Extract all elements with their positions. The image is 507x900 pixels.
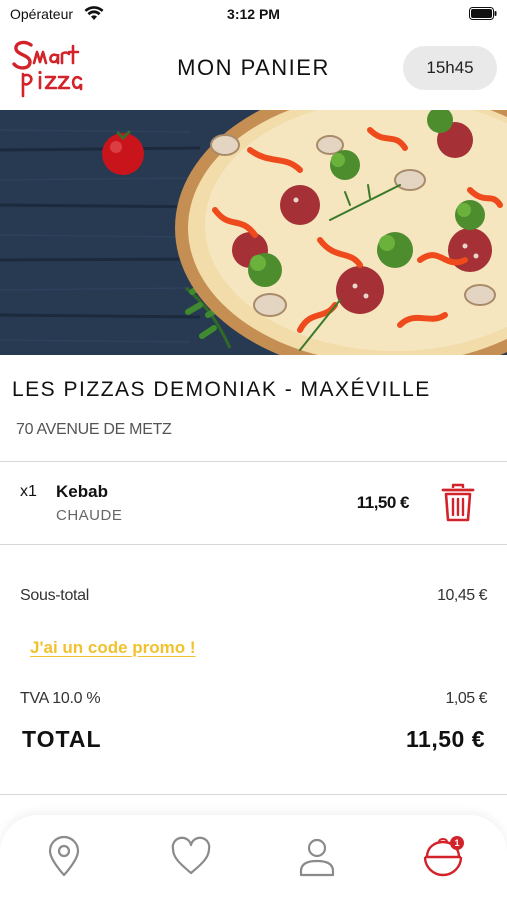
- item-option: CHAUDE: [56, 507, 123, 524]
- subtotal-label: Sous-total: [20, 587, 90, 604]
- pickup-time-button[interactable]: 15h45: [403, 46, 497, 90]
- tab-account[interactable]: [295, 835, 339, 879]
- header: MON PANIER 15h45: [0, 28, 507, 110]
- divider: [0, 794, 507, 795]
- item-price: 11,50 €: [356, 493, 410, 512]
- cart-item: x1 Kebab CHAUDE 11,50 €: [0, 462, 507, 544]
- smart-pizza-logo: [12, 40, 83, 98]
- status-bar: Opérateur 3:12 PM: [0, 0, 507, 28]
- item-name: Kebab: [56, 482, 108, 501]
- battery-icon: [469, 7, 497, 20]
- trash-icon[interactable]: [441, 483, 475, 523]
- total-label: TOTAL: [22, 726, 102, 752]
- restaurant-address: 70 AVENUE DE METZ: [16, 421, 172, 438]
- tab-bar: 1: [0, 815, 507, 900]
- item-quantity: x1: [20, 483, 37, 500]
- user-icon: [299, 838, 335, 877]
- restaurant-name: LES PIZZAS DEMONIAK - MAXÉVILLE: [12, 378, 431, 401]
- cart-count-badge: 1: [450, 836, 464, 850]
- location-pin-icon: [48, 835, 80, 877]
- restaurant-hero-image: [0, 110, 507, 355]
- tab-location[interactable]: [42, 835, 86, 879]
- heart-icon: [171, 836, 211, 875]
- tab-cart[interactable]: 1: [421, 835, 465, 879]
- divider: [0, 544, 507, 545]
- subtotal-value: 10,45 €: [437, 587, 487, 604]
- total-value: 11,50 €: [406, 726, 485, 752]
- page-title: MON PANIER: [177, 55, 330, 80]
- tab-favorites[interactable]: [169, 835, 213, 879]
- status-time: 3:12 PM: [227, 6, 280, 22]
- promo-code-link[interactable]: J'ai un code promo !: [30, 638, 196, 658]
- tax-label: TVA 10.0 %: [20, 690, 101, 707]
- tax-value: 1,05 €: [445, 690, 488, 707]
